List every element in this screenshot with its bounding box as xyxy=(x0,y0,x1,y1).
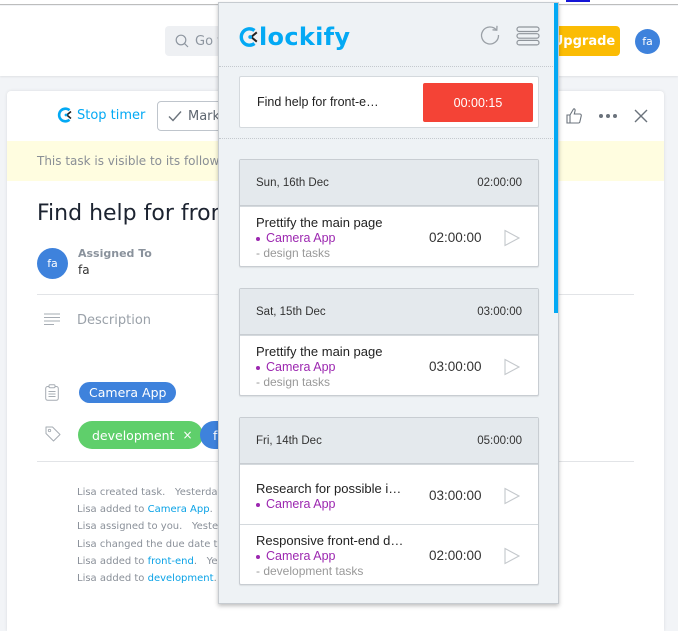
stop-timer-button[interactable]: Stop timer xyxy=(57,107,145,123)
play-icon[interactable] xyxy=(503,547,521,565)
refresh-icon[interactable] xyxy=(479,24,501,46)
day-date: Sat, 15th Dec xyxy=(256,305,326,318)
activity-link[interactable]: front-end xyxy=(148,556,194,567)
entry-project: Camera App xyxy=(256,549,335,563)
description-icon xyxy=(44,313,60,325)
assigned-to-label: Assigned To xyxy=(78,247,152,260)
current-timer: Find help for front-e… 00:00:15 xyxy=(239,76,539,128)
check-icon xyxy=(168,111,182,122)
day-date: Sun, 16th Dec xyxy=(256,176,329,189)
more-options-icon[interactable] xyxy=(599,114,617,118)
scrollbar[interactable] xyxy=(554,3,558,313)
activity-log: Lisa created task. Yesterday Lisa added … xyxy=(77,484,228,587)
day-date: Fri, 14th Dec xyxy=(256,434,322,447)
time-entry[interactable]: Prettify the main page Camera App - desi… xyxy=(240,206,538,266)
assignee-avatar[interactable]: fa xyxy=(37,248,68,279)
entry-task: - development tasks xyxy=(256,564,364,578)
entry-project: Camera App xyxy=(256,360,335,374)
remove-tag-icon[interactable]: × xyxy=(182,428,192,442)
entry-task: - design tasks xyxy=(256,246,331,260)
mark-label: Mark xyxy=(188,108,221,124)
hamburger-menu-icon[interactable] xyxy=(516,26,540,46)
activity-item: Lisa added to development. xyxy=(77,573,217,585)
stop-timer-button[interactable]: 00:00:15 xyxy=(423,83,533,122)
clockify-logo-icon xyxy=(239,27,258,47)
activity-link[interactable]: development xyxy=(148,573,214,584)
close-icon[interactable] xyxy=(633,108,649,124)
time-entry[interactable]: Prettify the main page Camera App - desi… xyxy=(240,335,538,395)
entry-description: Research for possible i… xyxy=(256,481,402,496)
activity-item: Lisa added to front-end. Yes xyxy=(77,555,223,567)
description-field[interactable]: Description xyxy=(77,313,151,328)
day-total: 05:00:00 xyxy=(477,434,522,447)
tag-label: development xyxy=(92,427,175,443)
day-header: Sun, 16th Dec 02:00:00 xyxy=(240,160,538,206)
separator xyxy=(219,138,555,139)
project-pill[interactable]: Camera App xyxy=(79,382,177,403)
activity-item: Lisa created task. Yesterday xyxy=(77,487,224,498)
user-avatar[interactable]: fa xyxy=(635,29,660,54)
logo-text: lockify xyxy=(259,23,351,51)
entry-description: Responsive front-end d… xyxy=(256,533,404,548)
play-icon[interactable] xyxy=(503,358,521,376)
assignee-name: fa xyxy=(78,263,90,277)
day-header: Sat, 15th Dec 03:00:00 xyxy=(240,289,538,335)
day-total: 02:00:00 xyxy=(477,176,522,189)
play-icon[interactable] xyxy=(503,229,521,247)
separator xyxy=(219,66,555,67)
entry-description: Prettify the main page xyxy=(256,344,383,359)
day-header: Fri, 14th Dec 05:00:00 xyxy=(240,418,538,464)
day-total: 03:00:00 xyxy=(477,305,522,318)
current-timer-description[interactable]: Find help for front-e… xyxy=(257,95,379,109)
clipboard-icon xyxy=(45,384,59,401)
clockify-icon xyxy=(57,107,72,123)
activity-item: Lisa assigned to you. Yesterd xyxy=(77,521,229,533)
time-entry[interactable]: Responsive front-end d… Camera App - dev… xyxy=(240,524,538,584)
entry-duration: 02:00:00 xyxy=(429,548,482,563)
entry-duration: 02:00:00 xyxy=(429,230,482,245)
tag-icon xyxy=(45,426,61,442)
time-entry[interactable]: Research for possible i… Camera App 03:0… xyxy=(240,464,538,524)
entry-project: Camera App xyxy=(256,497,335,511)
clockify-extension-popup: lockify Find help for front-e… 00:00:15 … xyxy=(218,2,559,604)
stop-timer-label: Stop timer xyxy=(77,107,146,123)
day-group: Sun, 16th Dec 02:00:00 Prettify the main… xyxy=(239,159,539,267)
tag-label: f xyxy=(213,427,218,443)
tag-pill-development[interactable]: development × xyxy=(78,421,203,449)
day-group: Fri, 14th Dec 05:00:00 Research for poss… xyxy=(239,417,539,585)
entry-duration: 03:00:00 xyxy=(429,359,482,374)
browser-tab-indicator xyxy=(566,0,590,2)
entry-description: Prettify the main page xyxy=(256,215,383,230)
activity-link[interactable]: Camera App xyxy=(148,504,210,515)
play-icon[interactable] xyxy=(503,487,521,505)
clockify-logo: lockify xyxy=(239,23,350,51)
activity-item: Lisa changed the due date to xyxy=(77,538,224,550)
entry-project: Camera App xyxy=(256,231,335,245)
activity-item: Lisa added to Camera App. xyxy=(77,504,213,516)
entry-task: - design tasks xyxy=(256,375,331,389)
entry-duration: 03:00:00 xyxy=(429,488,482,503)
day-group: Sat, 15th Dec 03:00:00 Prettify the main… xyxy=(239,288,539,396)
thumbs-up-icon[interactable] xyxy=(565,107,583,125)
search-icon xyxy=(175,34,189,48)
